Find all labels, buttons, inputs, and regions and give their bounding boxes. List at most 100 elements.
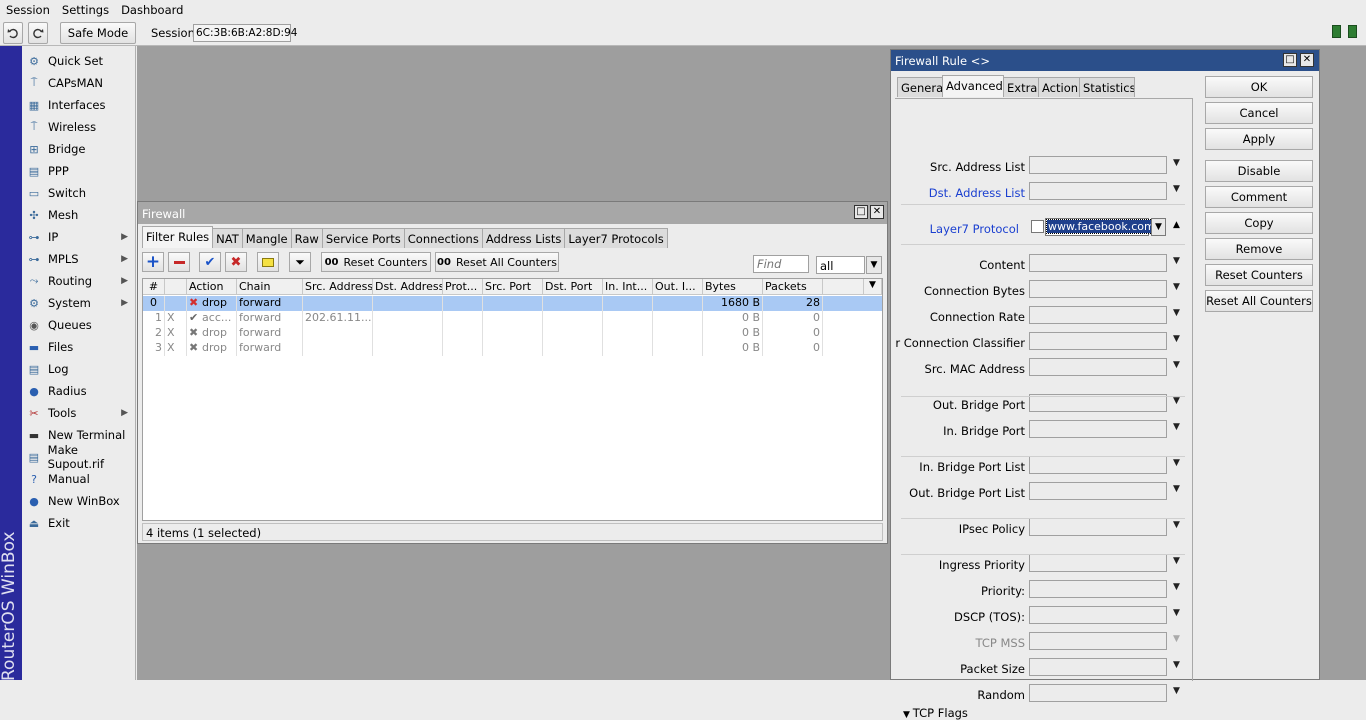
sidebar-item-quick-set[interactable]: ⚙ Quick Set	[22, 50, 136, 72]
sidebar-item-new-winbox[interactable]: ● New WinBox	[22, 490, 136, 512]
tab-connections[interactable]: Connections	[403, 228, 483, 248]
ok-button[interactable]: OK	[1205, 76, 1313, 98]
dropdown-arrow-icon[interactable]: ▼	[1173, 484, 1183, 494]
column-header[interactable]: Action	[187, 279, 237, 295]
safe-mode-button[interactable]: Safe Mode	[60, 22, 136, 44]
dropdown-arrow-icon[interactable]: ▼	[1173, 158, 1183, 168]
rule-tab-statistics[interactable]: Statistics	[1079, 77, 1135, 97]
menu-dashboard[interactable]: Dashboard	[121, 3, 183, 17]
filter-select[interactable]: all	[816, 256, 865, 274]
column-header[interactable]: Out. I...	[653, 279, 703, 295]
cancel-button[interactable]: Cancel	[1205, 102, 1313, 124]
close-button[interactable]: ✕	[870, 205, 884, 219]
tab-address-lists[interactable]: Address Lists	[481, 228, 566, 248]
dropdown-arrow-icon[interactable]: ▼	[1173, 360, 1183, 370]
dropdown-arrow-icon[interactable]: ▼	[1173, 396, 1183, 406]
rule-maximize-button[interactable]: □	[1283, 53, 1297, 67]
enable-button[interactable]: ✔	[199, 252, 221, 272]
add-button[interactable]: +	[142, 252, 164, 272]
rule-tab-general[interactable]: General	[897, 77, 943, 97]
tab-filter-rules[interactable]: Filter Rules	[142, 226, 214, 248]
tcp-flags-section[interactable]: ▼ TCP Flags	[903, 706, 968, 720]
tab-nat[interactable]: NAT	[212, 228, 243, 248]
sidebar-item-log[interactable]: ▤ Log	[22, 358, 136, 380]
field-input-out-bridge-port-list[interactable]	[1029, 482, 1167, 500]
disable-button[interactable]: ✖	[225, 252, 247, 272]
sidebar-item-wireless[interactable]: ⍑ Wireless	[22, 116, 136, 138]
field-input-random[interactable]	[1029, 684, 1167, 702]
dropdown-arrow-icon[interactable]: ▼	[1173, 308, 1183, 318]
column-header[interactable]	[165, 279, 187, 295]
filter-select-arrow[interactable]: ▼	[866, 256, 882, 274]
field-input-in-bridge-port-list[interactable]	[1029, 456, 1167, 474]
rule-titlebar[interactable]: Firewall Rule <> □ ✕	[891, 50, 1319, 71]
sidebar-item-mesh[interactable]: ✣ Mesh	[22, 204, 136, 226]
sidebar-item-make-supout-rif[interactable]: ▤ Make Supout.rif	[22, 443, 136, 471]
field-input-src-mac-address[interactable]	[1029, 358, 1167, 376]
reset-all-counters-button[interactable]: Reset All Counters	[1205, 290, 1313, 312]
rule-tab-advanced[interactable]: Advanced	[942, 75, 1004, 97]
comment-button[interactable]: Comment	[1205, 186, 1313, 208]
find-input[interactable]	[753, 255, 809, 273]
sidebar-item-radius[interactable]: ● Radius	[22, 380, 136, 402]
field-input-packet-size[interactable]	[1029, 658, 1167, 676]
comment-button[interactable]	[257, 252, 279, 272]
dropdown-arrow-icon[interactable]: ▼	[1173, 520, 1183, 530]
undo-button[interactable]	[3, 22, 23, 44]
field-input-connection-bytes[interactable]	[1029, 280, 1167, 298]
sidebar-item-bridge[interactable]: ⊞ Bridge	[22, 138, 136, 160]
layer7-protocol-select[interactable]: www.facebook.com	[1045, 218, 1157, 236]
sidebar-item-capsman[interactable]: ⍑ CAPsMAN	[22, 72, 136, 94]
dropdown-arrow-icon[interactable]: ▼	[1173, 556, 1183, 566]
sidebar-item-ip[interactable]: ⊶ IP ▶	[22, 226, 136, 248]
column-header[interactable]: Bytes	[703, 279, 763, 295]
column-header[interactable]: Src. Address	[303, 279, 373, 295]
table-row[interactable]: 3 X ✖ drop forward 0 B0	[143, 341, 882, 356]
sidebar-item-tools[interactable]: ✂ Tools ▶	[22, 402, 136, 424]
disable-button[interactable]: Disable	[1205, 160, 1313, 182]
column-header[interactable]: In. Int...	[603, 279, 653, 295]
layer7-negate-checkbox[interactable]	[1031, 220, 1044, 233]
dropdown-arrow-icon[interactable]: ▼	[1173, 184, 1183, 194]
column-header[interactable]: Src. Port	[483, 279, 543, 295]
field-input-content[interactable]	[1029, 254, 1167, 272]
sidebar-item-files[interactable]: ▬ Files	[22, 336, 136, 358]
field-input-connection-rate[interactable]	[1029, 306, 1167, 324]
table-row[interactable]: 0 ✖ drop forward 1680 B 28	[143, 296, 882, 311]
tab-mangle[interactable]: Mangle	[241, 228, 292, 248]
reset-counters-button[interactable]: Reset Counters	[1205, 264, 1313, 286]
column-header[interactable]: Dst. Address	[373, 279, 443, 295]
sidebar-item-routing[interactable]: ⤳ Routing ▶	[22, 270, 136, 292]
remove-button[interactable]	[168, 252, 190, 272]
field-input-per-connection-classifier[interactable]	[1029, 332, 1167, 350]
field-input-dst-address-list[interactable]	[1029, 182, 1167, 200]
columns-menu-icon[interactable]: ▼	[864, 279, 882, 295]
redo-button[interactable]	[28, 22, 48, 44]
firewall-titlebar[interactable]: Firewall □ ✕	[138, 202, 887, 224]
reset-counters-button[interactable]: 00 Reset Counters	[321, 252, 431, 272]
table-row[interactable]: 2 X ✖ drop forward 0 B0	[143, 326, 882, 341]
dropdown-arrow-icon[interactable]: ▼	[1173, 634, 1183, 644]
menu-session[interactable]: Session	[6, 3, 50, 17]
dropdown-arrow-icon[interactable]: ▼	[1173, 256, 1183, 266]
rule-tab-extra[interactable]: Extra	[1003, 77, 1039, 97]
field-input-ingress-priority[interactable]	[1029, 554, 1167, 572]
copy-button[interactable]: Copy	[1205, 212, 1313, 234]
reset-all-counters-button[interactable]: 00 Reset All Counters	[435, 252, 559, 272]
column-header[interactable]: Prot...	[443, 279, 483, 295]
sidebar-item-manual[interactable]: ? Manual	[22, 468, 136, 490]
apply-button[interactable]: Apply	[1205, 128, 1313, 150]
sidebar-item-interfaces[interactable]: ▦ Interfaces	[22, 94, 136, 116]
column-header[interactable]: Chain	[237, 279, 303, 295]
sidebar-item-mpls[interactable]: ⊶ MPLS ▶	[22, 248, 136, 270]
dropdown-arrow-icon[interactable]: ▼	[1173, 422, 1183, 432]
tab-layer7-protocols[interactable]: Layer7 Protocols	[564, 228, 668, 248]
sidebar-item-system[interactable]: ⚙ System ▶	[22, 292, 136, 314]
field-input-ipsec-policy[interactable]	[1029, 518, 1167, 536]
column-header[interactable]: Packets	[763, 279, 823, 295]
sidebar-item-ppp[interactable]: ▤ PPP	[22, 160, 136, 182]
rule-tab-action[interactable]: Action	[1038, 77, 1080, 97]
dropdown-arrow-icon[interactable]: ▼	[1173, 686, 1183, 696]
dropdown-arrow-icon[interactable]: ▼	[1173, 660, 1183, 670]
field-input-src-address-list[interactable]	[1029, 156, 1167, 174]
